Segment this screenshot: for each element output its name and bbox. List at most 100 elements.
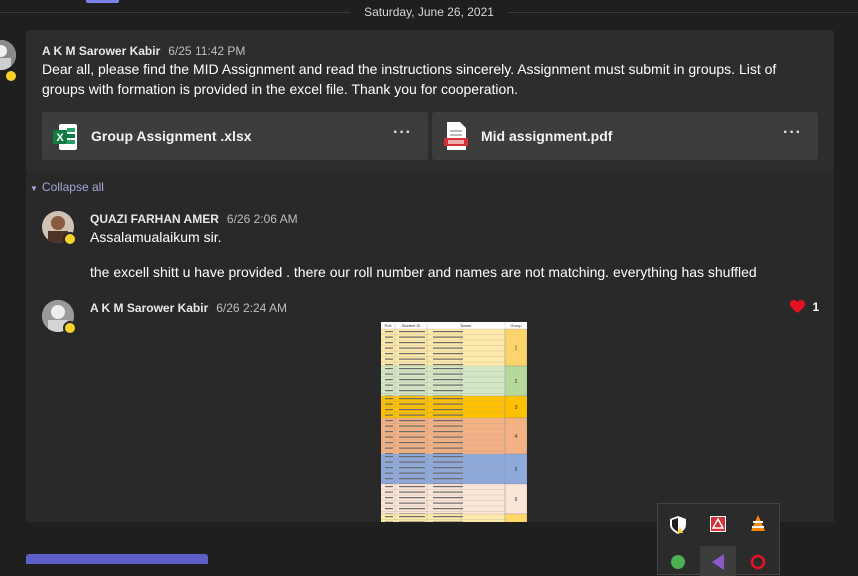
sheet-cell-text: [399, 486, 425, 488]
security-shield-icon[interactable]: [670, 516, 686, 534]
sheet-cell-text: [399, 431, 425, 433]
sheet-cell-text: [385, 442, 393, 444]
sheet-cell-text: [399, 436, 425, 438]
reply-text: the excell shitt u have provided . there…: [90, 264, 757, 280]
sheet-cell-text: [399, 425, 425, 427]
sheet-cell-text: [385, 425, 393, 427]
sheet-group-block: [381, 366, 505, 396]
sheet-cell-text: [399, 491, 425, 493]
sheet-cell-text: [399, 420, 425, 422]
sheet-cell-text: [385, 347, 393, 349]
date-divider: Saturday, June 26, 2021: [364, 5, 494, 19]
sheet-cell-text: [433, 342, 463, 344]
reply-author[interactable]: A K M Sarower Kabir: [90, 301, 208, 315]
sheet-cell-text: [399, 442, 425, 444]
sheet-cell-text: [399, 390, 425, 392]
sheet-cell-text: [433, 516, 463, 518]
sheet-cell-text: [399, 364, 425, 366]
sheet-cell-text: [433, 447, 463, 449]
reply-text: Assalamualaikum sir.: [90, 229, 222, 245]
spreadsheet-image[interactable]: Roll Student ID Name Group 1 2 3 4 5 6: [381, 322, 527, 522]
adobe-acrobat-icon[interactable]: [710, 516, 726, 532]
reaction-heart[interactable]: 1: [790, 298, 819, 316]
vlc-icon[interactable]: [750, 515, 766, 533]
sheet-cell-text: [385, 353, 393, 355]
red-app-icon[interactable]: [750, 554, 766, 570]
collapse-all-link[interactable]: ▼ Collapse all: [30, 180, 104, 194]
avatar[interactable]: [0, 40, 16, 70]
sheet-cell-text: [399, 508, 425, 510]
purple-app-icon: [712, 554, 724, 570]
tray-item-selected[interactable]: [700, 546, 736, 576]
sheet-header: Group: [510, 323, 522, 328]
sheet-cell-text: [399, 384, 425, 386]
sheet-cell-text: [399, 368, 425, 370]
sheet-cell-text: [385, 436, 393, 438]
sheet-cell-text: [399, 373, 425, 375]
post-time: 6/25 11:42 PM: [168, 44, 246, 58]
sheet-cell-text: [433, 364, 463, 366]
sheet-cell-text: [399, 342, 425, 344]
sheet-group-label: 1: [515, 346, 518, 352]
pdf-file-icon: [444, 122, 468, 150]
sheet-cell-text: [385, 420, 393, 422]
sheet-cell-text: [385, 379, 393, 381]
sheet-cell-text: [433, 336, 463, 338]
sheet-cell-text: [433, 379, 463, 381]
sheet-cell-text: [433, 497, 463, 499]
more-options-icon[interactable]: ···: [783, 124, 802, 142]
reply-author[interactable]: QUAZI FARHAN AMER: [90, 212, 219, 226]
sheet-cell-text: [433, 409, 463, 411]
sheet-cell-text: [385, 336, 393, 338]
sheet-group-label: 5: [515, 467, 518, 473]
sheet-cell-text: [433, 358, 463, 360]
sheet-cell-text: [385, 478, 393, 480]
heart-icon: [790, 299, 805, 313]
attachment-card-pdf[interactable]: Mid assignment.pdf ···: [432, 112, 818, 160]
sheet-cell-text: [433, 425, 463, 427]
system-tray-overflow: [657, 503, 780, 576]
sheet-group-block: [381, 454, 505, 484]
post-author[interactable]: A K M Sarower Kabir: [42, 44, 160, 58]
sheet-cell-text: [399, 414, 425, 416]
sheet-cell-text: [399, 497, 425, 499]
sheet-cell-text: [385, 486, 393, 488]
sheet-cell-text: [399, 516, 425, 518]
post-message: Dear all, please find the MID Assignment…: [42, 61, 777, 97]
reply-time: 6/26 2:06 AM: [226, 212, 298, 226]
sheet-cell-text: [385, 390, 393, 392]
green-app-icon[interactable]: [670, 554, 686, 570]
sheet-group-cell: [504, 513, 527, 522]
sheet-cell-text: [385, 331, 393, 333]
svg-text:X: X: [56, 132, 64, 144]
sheet-cell-text: [385, 403, 393, 405]
attachment-card-xlsx[interactable]: X Group Assignment .xlsx ···: [42, 112, 428, 160]
sheet-cell-text: [385, 364, 393, 366]
sheet-cell-text: [433, 431, 463, 433]
sheet-cell-text: [385, 461, 393, 463]
collapse-all-label: Collapse all: [41, 180, 104, 194]
sheet-cell-text: [399, 478, 425, 480]
sheet-cell-text: [433, 508, 463, 510]
sheet-cell-text: [385, 373, 393, 375]
attachment-name: Group Assignment .xlsx: [91, 128, 252, 144]
reply-header: A K M Sarower Kabir 6/26 2:24 AM: [90, 299, 287, 317]
sheet-cell-text: [399, 409, 425, 411]
sheet-cell-text: [433, 331, 463, 333]
sheet-group-label: 3: [515, 405, 518, 411]
more-options-icon[interactable]: ···: [393, 124, 412, 142]
reply-time: 6/26 2:24 AM: [216, 301, 287, 315]
post-header: A K M Sarower Kabir 6/25 11:42 PM: [42, 42, 245, 60]
new-conversation-button[interactable]: [26, 554, 208, 564]
sheet-cell-text: [399, 502, 425, 504]
spreadsheet-preview: Roll Student ID Name Group 1 2 3 4 5 6: [381, 322, 527, 522]
sheet-cell-text: [385, 472, 393, 474]
sheet-cell-text: [399, 456, 425, 458]
sheet-cell-text: [399, 379, 425, 381]
reaction-count: 1: [812, 300, 820, 314]
away-status-icon: [63, 232, 77, 246]
sheet-cell-text: [399, 447, 425, 449]
sheet-cell-text: [433, 486, 463, 488]
sheet-cell-text: [385, 491, 393, 493]
sheet-cell-text: [385, 358, 393, 360]
